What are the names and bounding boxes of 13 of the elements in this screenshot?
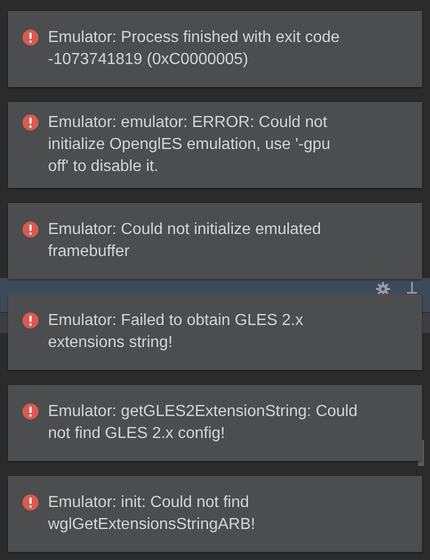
notification-message: Emulator: getGLES2ExtensionString: Could not find GLES 2.x config!: [48, 402, 358, 444]
notification-message: Emulator: emulator: ERROR: Could not initialize OpenglES emulation, use '-gpu off' to disable it.: [48, 113, 330, 177]
error-icon: [22, 221, 39, 238]
hide-panel-icon[interactable]: [407, 282, 417, 294]
error-icon: [22, 403, 39, 420]
notification-message: Emulator: Could not initialize emulated framebuffer: [48, 220, 322, 262]
notification-message: Emulator: Process finished with exit code -1073741819 (0xC0000005): [48, 28, 340, 70]
notification-message: Emulator: Failed to obtain GLES 2.x extensions string!: [48, 311, 304, 353]
error-icon: [22, 494, 39, 511]
error-icon: [22, 29, 39, 46]
notification-message: Emulator: init: Could not find wglGetExtensionsStringARB!: [48, 493, 256, 535]
error-icon: [22, 114, 39, 131]
error-icon: [22, 312, 39, 329]
